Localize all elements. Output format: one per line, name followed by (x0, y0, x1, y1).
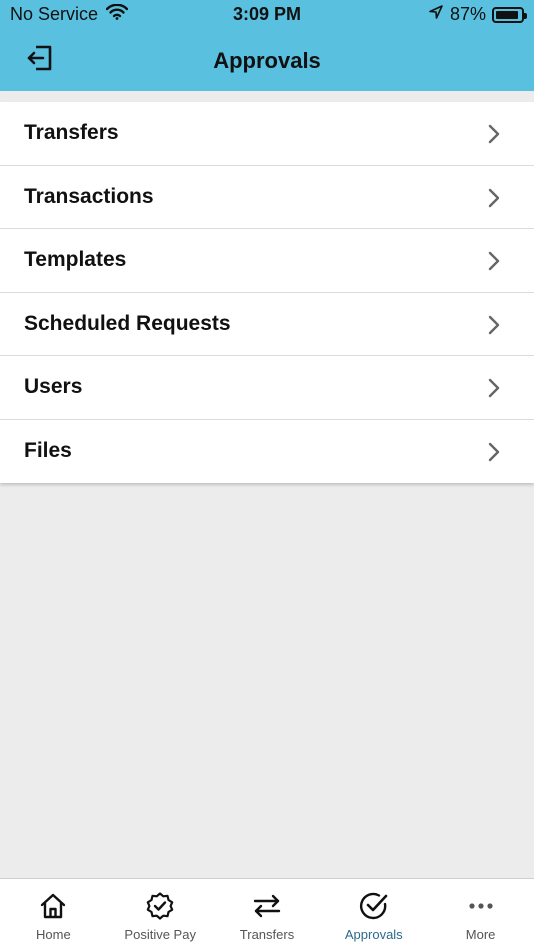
screen: No Service 3:09 PM 87% Approvals Transfe… (0, 0, 534, 950)
chevron-right-icon (488, 188, 500, 207)
list-item-templates[interactable]: Templates (0, 229, 534, 293)
list-item-label: Users (24, 375, 83, 399)
tab-home[interactable]: Home (0, 879, 107, 950)
list-item-transfers[interactable]: Transfers (0, 102, 534, 166)
list-item-label: Templates (24, 248, 127, 272)
tab-bar: Home Positive Pay Transfers Approvals Mo… (0, 878, 534, 950)
home-icon (41, 893, 66, 919)
header: No Service 3:09 PM 87% Approvals (0, 0, 534, 91)
list-item-label: Transfers (24, 121, 119, 145)
status-bar: No Service 3:09 PM 87% (0, 0, 534, 30)
tab-label: More (465, 927, 496, 942)
tab-label: Home (36, 927, 71, 942)
list-item-users[interactable]: Users (0, 356, 534, 420)
list-item-transactions[interactable]: Transactions (0, 166, 534, 229)
list-item-label: Files (24, 439, 72, 463)
tab-approvals[interactable]: Approvals (320, 879, 427, 950)
chevron-right-icon (488, 442, 500, 461)
list-item-label: Transactions (24, 184, 154, 208)
chevron-right-icon (488, 315, 500, 334)
battery-percent: 87% (449, 4, 486, 24)
approvals-list: Transfers Transactions Templates Schedul… (0, 102, 534, 483)
tab-positive-pay[interactable]: Positive Pay (107, 879, 214, 950)
tab-more[interactable]: More (427, 879, 534, 950)
badge-check-icon (146, 892, 174, 920)
check-circle-icon (359, 892, 388, 920)
battery-icon (492, 6, 527, 23)
location-arrow-icon (428, 4, 444, 25)
chevron-right-icon (488, 124, 500, 144)
list-item-files[interactable]: Files (0, 420, 534, 484)
tab-label: Transfers (239, 927, 295, 942)
more-dots-icon (468, 903, 493, 909)
page-title: Approvals (213, 48, 321, 73)
status-right: 87% (428, 4, 527, 25)
tab-label: Approvals (344, 927, 403, 942)
nav-bar: Approvals (0, 30, 534, 91)
chevron-right-icon (488, 378, 500, 398)
tab-transfers[interactable]: Transfers (214, 879, 321, 950)
chevron-right-icon (488, 251, 500, 271)
arrows-exchange-icon (253, 894, 281, 918)
tab-label: Positive Pay (124, 927, 196, 942)
list-item-scheduled-requests[interactable]: Scheduled Requests (0, 293, 534, 356)
list-item-label: Scheduled Requests (24, 311, 231, 335)
